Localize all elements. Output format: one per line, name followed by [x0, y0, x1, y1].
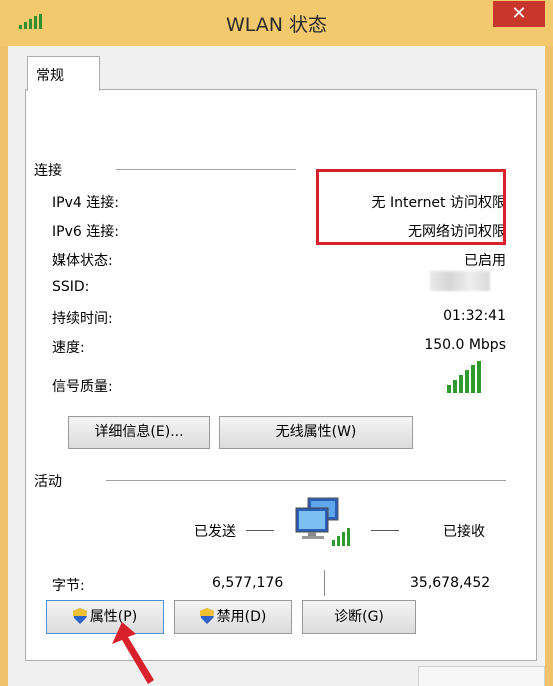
- ipv6-label: IPv6 连接:: [52, 224, 119, 240]
- bytes-received-value: 35,678,452: [410, 575, 491, 591]
- media-state-value: 已启用: [464, 253, 506, 269]
- wireless-properties-button[interactable]: 无线属性(W): [219, 416, 413, 449]
- connection-section-title: 连接: [34, 160, 70, 180]
- received-label: 已接收: [443, 524, 485, 540]
- title-bar[interactable]: WLAN 状态 ✕: [0, 0, 553, 46]
- diagnose-button[interactable]: 诊断(G): [302, 600, 416, 634]
- disable-button-label: 禁用(D): [216, 609, 267, 625]
- sent-label: 已发送: [194, 524, 236, 540]
- details-button-label: 详细信息(E)...: [94, 424, 184, 440]
- red-highlight-box: [316, 169, 506, 245]
- network-computers-icon: [295, 497, 350, 546]
- diagnose-button-label: 诊断(G): [334, 609, 384, 625]
- tab-panel: 连接 IPv4 连接: 无 Internet 访问权限 IPv6 连接: 无网络…: [25, 89, 537, 661]
- received-dash: [371, 530, 399, 531]
- ssid-label: SSID:: [52, 279, 90, 295]
- sent-dash: [246, 530, 274, 531]
- red-arrow-annotation: [112, 622, 154, 684]
- wlan-status-window: WLAN 状态 ✕ 常规 连接 IPv4 连接: 无 Internet 访问权限…: [0, 0, 553, 686]
- watermark-strip: [418, 666, 545, 686]
- activity-section-title: 活动: [34, 471, 70, 491]
- bytes-sent-value: 6,577,176: [212, 575, 284, 591]
- dialog-client-area: 常规 连接 IPv4 连接: 无 Internet 访问权限 IPv6 连接: …: [8, 46, 545, 686]
- ssid-value-blurred: [430, 271, 490, 291]
- connection-divider: [116, 169, 296, 170]
- window-title: WLAN 状态: [225, 14, 328, 36]
- close-icon: ✕: [511, 3, 527, 24]
- media-state-label: 媒体状态:: [52, 253, 113, 269]
- tab-general-label: 常规: [36, 68, 64, 84]
- shield-icon: [72, 608, 87, 624]
- duration-label: 持续时间:: [52, 311, 113, 327]
- signal-strength-icon: [447, 361, 481, 393]
- speed-value: 150.0 Mbps: [424, 337, 506, 353]
- shield-icon: [199, 608, 214, 624]
- tab-general[interactable]: 常规: [27, 56, 100, 91]
- duration-value: 01:32:41: [443, 308, 506, 324]
- close-button[interactable]: ✕: [493, 1, 545, 27]
- details-button[interactable]: 详细信息(E)...: [68, 416, 210, 449]
- signal-quality-label: 信号质量:: [52, 379, 113, 395]
- ipv4-label: IPv4 连接:: [52, 195, 119, 211]
- disable-button[interactable]: 禁用(D): [174, 600, 292, 634]
- activity-divider: [106, 480, 506, 481]
- wireless-properties-label: 无线属性(W): [275, 424, 357, 440]
- speed-label: 速度:: [52, 340, 85, 356]
- bytes-label: 字节:: [52, 578, 85, 594]
- bytes-separator: [324, 570, 325, 596]
